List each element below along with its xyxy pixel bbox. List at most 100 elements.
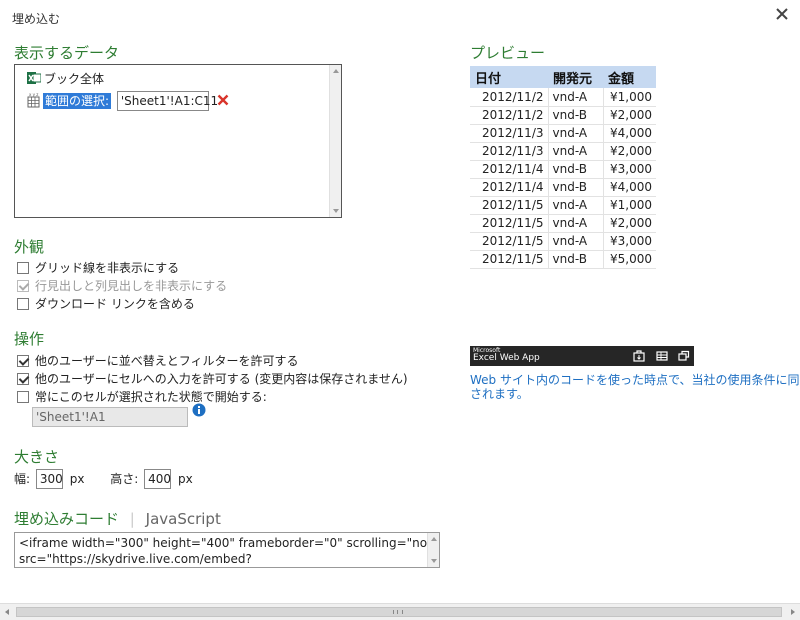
cell-amount: ¥2,000 [603, 142, 656, 161]
appearance-heading: 外観 [14, 238, 45, 256]
hide-headers-label: 行見出しと列見出しを非表示にする [35, 279, 228, 293]
allow-typing-label: 他のユーザーにセルへの入力を許可する (変更内容は保存されません) [35, 372, 408, 386]
allow-typing-option[interactable]: 他のユーザーにセルへの入力を許可する (変更内容は保存されません) [17, 370, 408, 388]
svg-text:x y z: x y z [29, 92, 38, 97]
cell-amount: ¥4,000 [603, 178, 656, 197]
remove-range-icon[interactable] [217, 94, 229, 106]
cell-amount: ¥2,000 [603, 214, 656, 233]
table-row: 2012/11/2 vnd-B ¥2,000 [470, 106, 656, 125]
cell-vendor: vnd-B [548, 106, 604, 125]
embed-code-textarea[interactable]: <iframe width="300" height="400" framebo… [14, 532, 440, 568]
start-cell-input: 'Sheet1'!A1 [32, 407, 188, 427]
table-row: 2012/11/3 vnd-A ¥4,000 [470, 124, 656, 143]
excel-web-app-brand: Excel Web App [473, 353, 540, 363]
cell-vendor: vnd-A [548, 142, 604, 161]
range-label: 範囲の選択: [43, 93, 112, 109]
cell-amount: ¥1,000 [603, 196, 656, 215]
hide-gridlines-label: グリッド線を非表示にする [35, 261, 180, 275]
table-row: 2012/11/5 vnd-A ¥3,000 [470, 232, 656, 251]
terms-line-1: Web サイト内のコードを使った時点で、当社の使用条件に同意したものとみ [470, 373, 800, 387]
sheet-view-icon[interactable] [656, 350, 668, 362]
cell-vendor: vnd-A [548, 214, 604, 233]
table-row: 2012/11/5 vnd-A ¥2,000 [470, 214, 656, 233]
hide-gridlines-checkbox[interactable] [17, 262, 29, 274]
width-input[interactable]: 300 [35, 469, 63, 489]
cell-date: 2012/11/5 [470, 196, 549, 215]
start-cell-checkbox[interactable] [17, 391, 29, 403]
table-row: 2012/11/3 vnd-A ¥2,000 [470, 142, 656, 161]
close-icon[interactable] [774, 6, 790, 22]
embed-code-line-2: src="https://skydrive.live.com/embed? [19, 552, 252, 566]
download-link-option[interactable]: ダウンロード リンクを含める [17, 295, 195, 313]
scroll-down-icon[interactable] [333, 209, 339, 213]
allow-sort-filter-checkbox[interactable] [17, 355, 29, 367]
scroll-up-icon[interactable] [431, 537, 437, 541]
col-vendor: 開発元 [548, 66, 603, 88]
cell-date: 2012/11/5 [470, 250, 549, 269]
scroll-right-icon[interactable] [791, 609, 795, 615]
size-heading: 大きさ [14, 448, 60, 466]
terms-text[interactable]: Web サイト内のコードを使った時点で、当社の使用条件に同意したものとみ されま… [470, 373, 800, 401]
cell-vendor: vnd-A [548, 196, 604, 215]
download-link-checkbox[interactable] [17, 298, 29, 310]
info-icon[interactable] [192, 403, 206, 417]
data-list-scrollbar[interactable] [329, 65, 341, 217]
tab-embed-code[interactable]: 埋め込みコード [14, 510, 119, 528]
cell-vendor: vnd-A [548, 88, 604, 107]
size-controls: 幅: 300 px 高さ: 400 px [14, 469, 193, 489]
embed-code-scrollbar[interactable] [427, 533, 439, 567]
height-label: 高さ: [110, 472, 139, 486]
cell-date: 2012/11/2 [470, 106, 549, 125]
allow-typing-checkbox[interactable] [17, 373, 29, 385]
fullscreen-icon[interactable] [678, 350, 690, 362]
cell-date: 2012/11/4 [470, 160, 549, 179]
table-row: 2012/11/4 vnd-B ¥3,000 [470, 160, 656, 179]
download-icon[interactable] [633, 350, 645, 362]
col-date: 日付 [470, 66, 548, 88]
cell-amount: ¥3,000 [603, 160, 656, 179]
allow-sort-filter-option[interactable]: 他のユーザーに並べ替えとフィルターを許可する [17, 352, 299, 370]
cell-date: 2012/11/5 [470, 232, 549, 251]
scroll-down-icon[interactable] [431, 559, 437, 563]
start-cell-label: 常にこのセルが選択された状態で開始する: [35, 390, 267, 404]
cell-date: 2012/11/5 [470, 214, 549, 233]
tab-javascript[interactable]: JavaScript [146, 510, 221, 528]
start-cell-option[interactable]: 常にこのセルが選択された状態で開始する: [17, 388, 267, 406]
col-amount: 金額 [603, 66, 656, 88]
height-input[interactable]: 400 [144, 469, 172, 489]
embed-code-tabs: 埋め込みコード | JavaScript [14, 508, 221, 529]
workbook-item[interactable]: ブック全体 [27, 71, 104, 87]
cell-amount: ¥3,000 [603, 232, 656, 251]
excel-icon [27, 72, 42, 84]
scroll-left-icon[interactable] [5, 609, 9, 615]
range-item[interactable]: x y z 範囲の選択: 'Sheet1'!A1:C11 [27, 91, 229, 113]
preview-heading: プレビュー [470, 44, 546, 62]
range-input[interactable]: 'Sheet1'!A1:C11 [116, 91, 218, 111]
hide-headers-option: 行見出しと列見出しを非表示にする [17, 277, 227, 295]
dialog-title: 埋め込む [12, 12, 61, 26]
cell-amount: ¥5,000 [603, 250, 656, 269]
horizontal-scrollbar[interactable] [0, 603, 800, 620]
cell-amount: ¥2,000 [603, 106, 656, 125]
download-link-label: ダウンロード リンクを含める [35, 297, 195, 311]
cell-vendor: vnd-B [548, 178, 604, 197]
table-row: 2012/11/2 vnd-A ¥1,000 [470, 88, 656, 107]
interaction-heading: 操作 [14, 330, 45, 348]
width-label: 幅: [14, 472, 31, 486]
tab-divider: | [129, 510, 135, 528]
scroll-up-icon[interactable] [333, 69, 339, 73]
cell-amount: ¥4,000 [603, 124, 656, 143]
cell-vendor: vnd-A [548, 124, 604, 143]
cell-date: 2012/11/2 [470, 88, 549, 107]
cell-date: 2012/11/4 [470, 178, 549, 197]
hide-gridlines-option[interactable]: グリッド線を非表示にする [17, 259, 179, 277]
hide-headers-checkbox [17, 280, 29, 292]
cell-vendor: vnd-A [548, 232, 604, 251]
excel-web-app-bar: Microsoft Excel Web App [470, 346, 694, 366]
cell-vendor: vnd-B [548, 250, 604, 269]
cell-date: 2012/11/3 [470, 124, 549, 143]
scroll-thumb[interactable] [16, 607, 782, 617]
embed-code-line-1: <iframe width="300" height="400" framebo… [19, 536, 433, 550]
scroll-grip-icon [393, 610, 403, 614]
range-grid-icon: x y z [27, 92, 40, 108]
